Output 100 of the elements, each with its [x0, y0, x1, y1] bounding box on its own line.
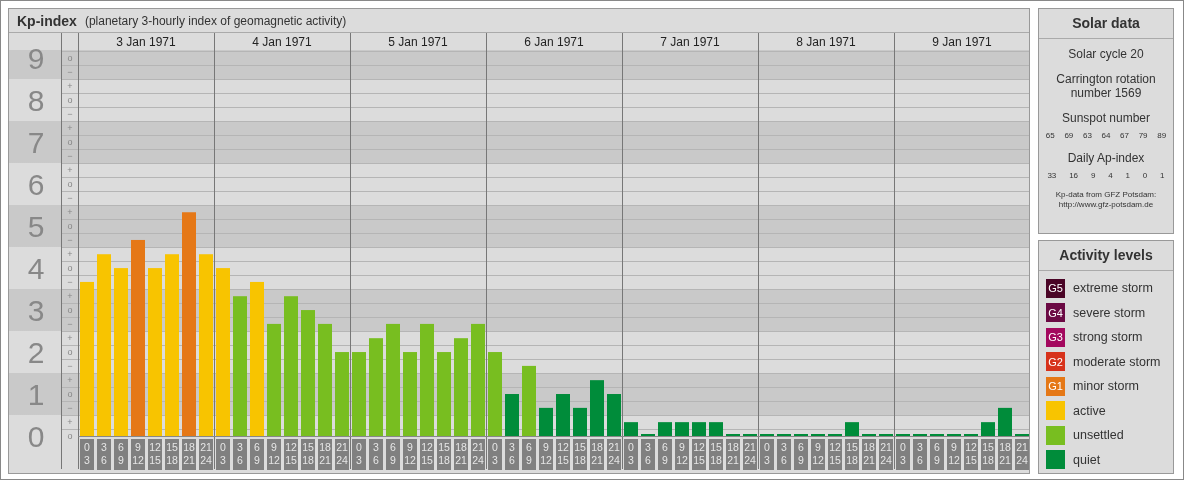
interval-label: 12 15: [692, 439, 706, 470]
interval-label: 0 3: [352, 439, 366, 470]
tick-mark: o: [67, 263, 73, 274]
interval-label: 3 6: [913, 439, 927, 470]
ap-value: 0: [1142, 171, 1148, 180]
kp-bar: [981, 422, 995, 436]
chart-subtitle: (planetary 3-hourly index of geomagnetic activity): [84, 13, 347, 28]
x-tick-label: 6 9: [798, 441, 805, 466]
interval-label: 0 3: [896, 439, 910, 470]
axis-label: 7: [27, 125, 45, 159]
x-tick-label: 9 12: [676, 441, 688, 466]
x-tick-label: 0 3: [764, 441, 771, 466]
x-tick-label: 15 18: [302, 441, 314, 466]
tick-mark: −: [67, 193, 73, 204]
level-badge: G2: [1046, 352, 1065, 372]
sunspot-value: 65: [1045, 131, 1055, 140]
interval-label: 12 15: [556, 439, 570, 470]
axis-label: 6: [27, 167, 45, 201]
tick-mark: −: [67, 319, 73, 330]
interval-label: 21 24: [607, 439, 621, 470]
solar-cycle: Solar cycle 20: [1067, 47, 1145, 61]
interval-label: 6 9: [794, 439, 808, 470]
x-tick-label: 9 12: [404, 441, 416, 466]
date-label: 4 Jan 1971: [252, 35, 312, 49]
sunspot-value: 79: [1138, 131, 1148, 140]
x-tick-label: 6 9: [526, 441, 533, 466]
axis-label: 5: [27, 209, 45, 243]
x-tick-label: 12 15: [149, 441, 161, 466]
axis-label: 3: [27, 293, 45, 327]
x-tick-label: 12 15: [557, 441, 569, 466]
interval-label: 15 18: [845, 439, 859, 470]
interval-label: 18 21: [318, 439, 332, 470]
x-tick-label: 3 6: [237, 441, 244, 466]
kp-bar: [556, 394, 570, 436]
x-tick-label: 3 6: [645, 441, 652, 466]
level-badge: G1: [1046, 376, 1065, 396]
level-label: unsettled: [1073, 428, 1124, 443]
x-tick-label: 0 3: [220, 441, 227, 466]
x-tick-label: 18 21: [591, 441, 603, 466]
x-tick-label: 0 3: [356, 441, 363, 466]
sunspot-label: Sunspot number: [1060, 111, 1152, 125]
level-label: strong storm: [1073, 330, 1143, 345]
x-tick-label: 9 12: [812, 441, 824, 466]
source-link[interactable]: http://www.gfz-potsdam.de: [1039, 200, 1173, 210]
ap-label: Daily Ap-index: [1066, 151, 1146, 165]
x-tick-label: 21 24: [472, 441, 484, 466]
interval-label: 15 18: [437, 439, 451, 470]
x-tick-label: 6 9: [118, 441, 125, 466]
tick-mark: o: [67, 179, 73, 190]
sunspot-value: 64: [1101, 131, 1111, 140]
x-tick-label: 12 15: [965, 441, 977, 466]
x-tick-label: 3 6: [373, 441, 380, 466]
axis-label: 4: [27, 251, 45, 285]
interval-label: 21 24: [879, 439, 893, 470]
chart-title: Kp-index: [17, 12, 77, 29]
kp-bar: [624, 422, 638, 436]
tick-mark: o: [67, 431, 73, 441]
level-label: minor storm: [1073, 379, 1139, 394]
interval-label: 15 18: [301, 439, 315, 470]
x-tick-label: 9 12: [540, 441, 552, 466]
axis-label: 0: [27, 419, 45, 453]
tick-mark: +: [67, 375, 73, 386]
interval-label: 6 9: [114, 439, 128, 470]
date-label: 9 Jan 1971: [932, 35, 992, 49]
carrington-rotation: Carrington rotation number 1569: [1055, 72, 1157, 100]
axis-label: 9: [27, 41, 45, 75]
date-label: 5 Jan 1971: [388, 35, 448, 49]
tick-mark: +: [67, 123, 73, 134]
kp-bar: [675, 422, 689, 436]
kp-bar: [845, 422, 859, 436]
interval-label: 9 12: [947, 439, 961, 470]
interval-label: 15 18: [165, 439, 179, 470]
interval-label: 3 6: [777, 439, 791, 470]
x-tick-label: 0 3: [492, 441, 499, 466]
interval-label: 9 12: [267, 439, 281, 470]
interval-label: 9 12: [131, 439, 145, 470]
level-badge: G5: [1046, 278, 1065, 298]
x-tick-label: 15 18: [574, 441, 586, 466]
level-label: moderate storm: [1073, 354, 1161, 369]
level-badge: G4: [1046, 303, 1065, 323]
x-tick-label: 6 9: [390, 441, 397, 466]
ap-value: 4: [1108, 171, 1113, 180]
interval-label: 21 24: [335, 439, 349, 470]
level-label: quiet: [1073, 452, 1101, 467]
x-tick-label: 18 21: [455, 441, 467, 466]
interval-label: 12 15: [284, 439, 298, 470]
interval-label: 3 6: [641, 439, 655, 470]
tick-mark: +: [67, 417, 73, 427]
interval-label: 9 12: [403, 439, 417, 470]
kp-bar: [505, 394, 519, 436]
x-tick-label: 6 9: [934, 441, 941, 466]
level-badge: G3: [1046, 327, 1065, 347]
axis-label: 1: [27, 377, 45, 411]
interval-label: 6 9: [930, 439, 944, 470]
interval-label: 6 9: [658, 439, 672, 470]
interval-label: 3 6: [233, 439, 247, 470]
tick-mark: −: [67, 235, 73, 246]
interval-label: 3 6: [369, 439, 383, 470]
interval-label: 6 9: [386, 439, 400, 470]
sunspot-value: 89: [1157, 131, 1167, 140]
